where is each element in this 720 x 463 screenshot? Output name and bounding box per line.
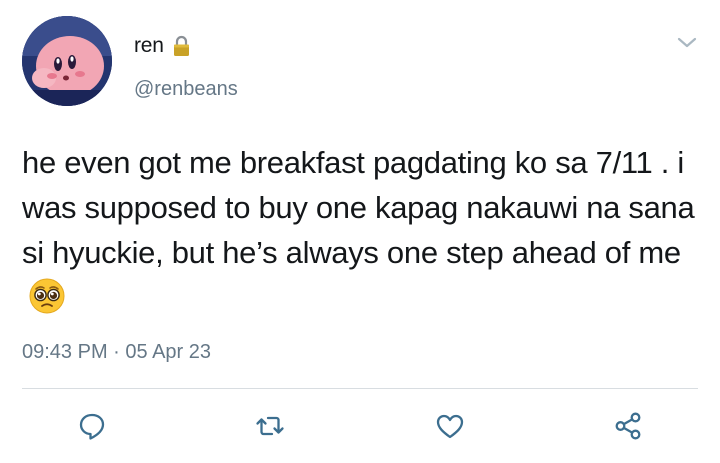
share-button[interactable]	[606, 404, 650, 448]
reply-button[interactable]	[70, 404, 114, 448]
retweet-button[interactable]	[248, 404, 292, 448]
like-icon	[436, 414, 464, 439]
reply-icon	[79, 413, 105, 440]
tweet-text: he even got me breakfast pagdating ko sa…	[22, 140, 712, 320]
action-bar	[0, 404, 720, 448]
display-name[interactable]: ren	[134, 34, 164, 58]
user-name-row: ren	[134, 34, 190, 58]
pleading-face-emoji-icon	[29, 278, 65, 314]
tweet-body: he even got me breakfast pagdating ko sa…	[22, 145, 695, 270]
divider	[22, 388, 698, 389]
retweet-icon	[256, 416, 284, 436]
lock-icon	[173, 35, 189, 56]
user-handle[interactable]: @renbeans	[134, 78, 238, 101]
share-icon	[615, 412, 641, 440]
tweet-timestamp[interactable]: 09:43 PM · 05 Apr 23	[22, 341, 211, 364]
chevron-down-icon[interactable]	[676, 35, 698, 51]
kirby-avatar-icon	[22, 16, 112, 106]
avatar[interactable]	[22, 16, 112, 106]
like-button[interactable]	[428, 404, 472, 448]
